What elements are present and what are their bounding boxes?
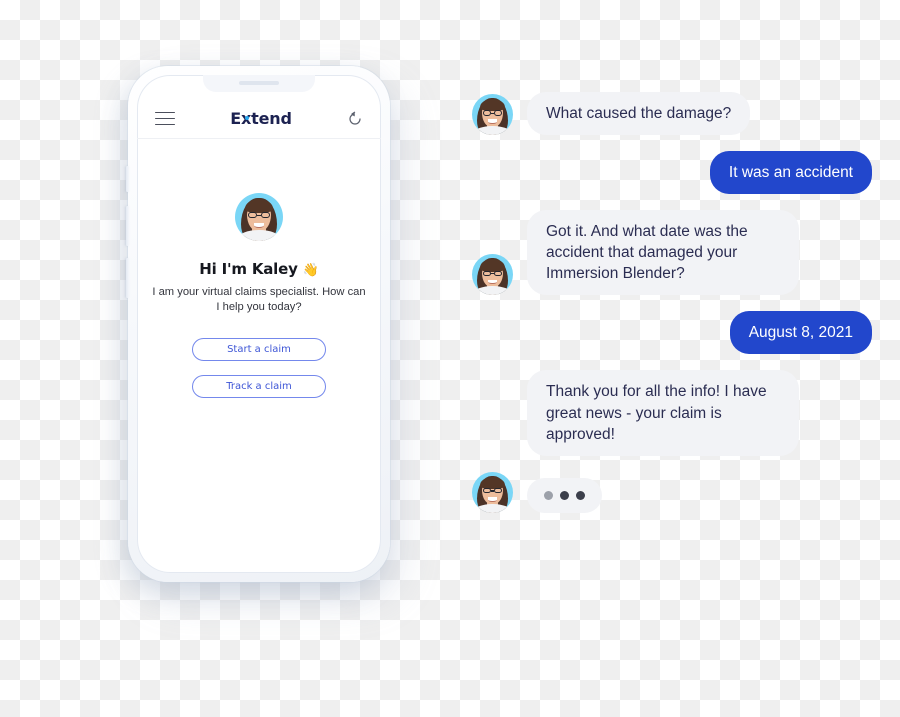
phone-mute-switch — [126, 166, 129, 192]
app-brand-logo: Extend — [230, 109, 292, 128]
chat-message: It was an accident — [472, 151, 872, 195]
chat-message: Got it. And what date was the accident t… — [472, 210, 872, 296]
cta-button-group: Start a claim Track a claim — [151, 337, 367, 398]
phone-speaker — [239, 81, 279, 85]
screenshot-stage: Extend Hi I'm Kaley 👋 I am your virtual … — [0, 0, 900, 717]
hamburger-line — [155, 117, 175, 120]
waving-hand-icon: 👋 — [302, 263, 319, 278]
start-a-claim-button[interactable]: Start a claim — [192, 337, 326, 361]
chat-transcript: What caused the damage? It was an accide… — [472, 0, 872, 529]
chat-bubble-user: It was an accident — [709, 151, 872, 195]
avatar — [472, 94, 513, 136]
chat-bubble-user: August 8, 2021 — [729, 311, 872, 355]
chat-bubble-bot: Got it. And what date was the accident t… — [527, 210, 799, 296]
page-title: Hi I'm Kaley 👋 — [151, 260, 367, 278]
welcome-subtitle: I am your virtual claims specialist. How… — [152, 286, 366, 314]
hamburger-menu-icon[interactable] — [155, 112, 175, 125]
phone-notch — [203, 75, 315, 92]
chat-bubble-bot: Thank you for all the info! I have great… — [527, 370, 799, 456]
chat-bubble-bot: What caused the damage? — [527, 92, 751, 136]
typing-dot-icon — [544, 490, 553, 500]
chat-message: What caused the damage? — [472, 92, 872, 136]
avatar-face-illustration — [472, 254, 513, 296]
avatar — [472, 254, 513, 296]
chat-typing-indicator — [472, 471, 872, 513]
typing-dot-icon — [560, 490, 569, 500]
refresh-icon[interactable] — [347, 111, 363, 127]
chat-bubble-typing — [527, 477, 602, 513]
avatar-face-illustration — [472, 94, 513, 136]
app-header: Extend — [137, 99, 381, 139]
avatar — [235, 193, 283, 241]
avatar-face-illustration — [472, 472, 513, 513]
phone-volume-up-button — [126, 206, 129, 246]
chat-message: August 8, 2021 — [472, 311, 872, 355]
avatar-face-illustration — [235, 193, 283, 241]
hamburger-line — [155, 123, 175, 125]
phone-volume-down-button — [126, 258, 129, 298]
phone-screen: Extend Hi I'm Kaley 👋 I am your virtual … — [137, 75, 381, 573]
chat-message: Thank you for all the info! I have great… — [472, 370, 872, 456]
app-brand-text: Extend — [230, 109, 292, 128]
typing-dot-icon — [576, 490, 585, 500]
app-welcome-panel: Hi I'm Kaley 👋 I am your virtual claims … — [137, 193, 381, 398]
phone-mockup: Extend Hi I'm Kaley 👋 I am your virtual … — [126, 66, 390, 582]
hamburger-line — [155, 112, 175, 114]
avatar — [472, 471, 513, 513]
greeting-text: Hi I'm Kaley — [199, 260, 298, 278]
track-a-claim-button[interactable]: Track a claim — [192, 374, 326, 398]
